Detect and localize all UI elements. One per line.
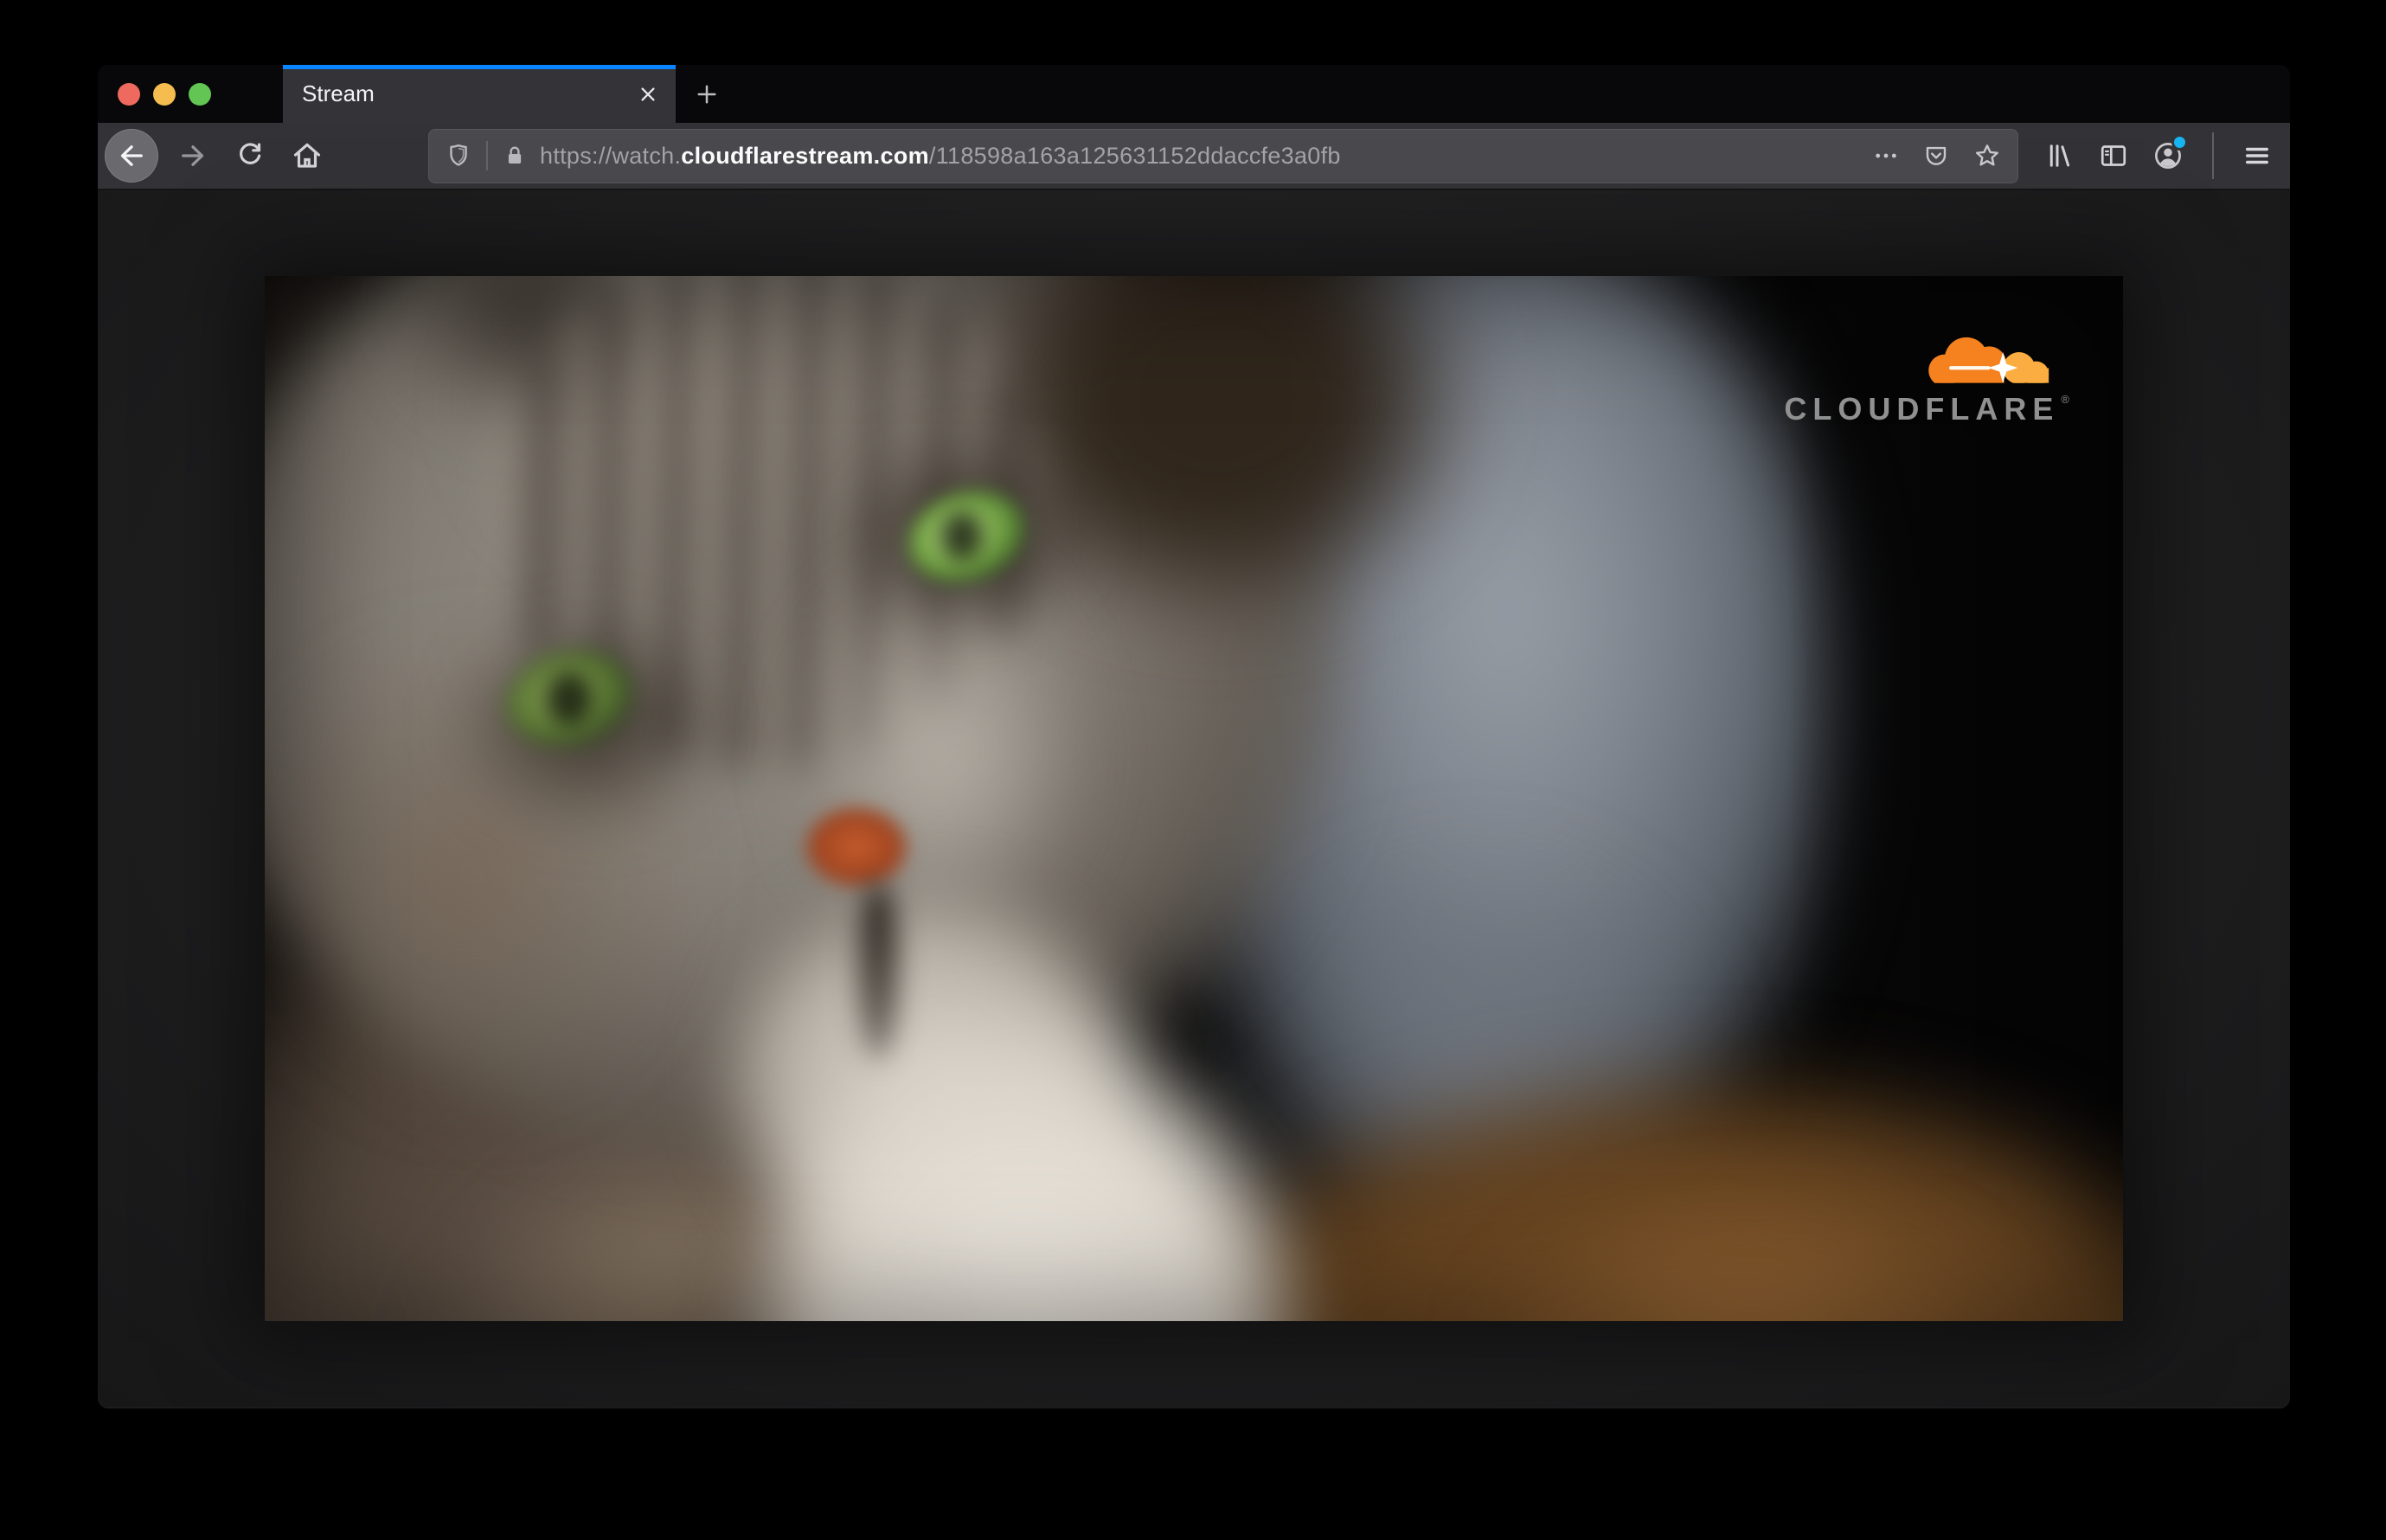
toolbar-right-buttons <box>2044 132 2273 179</box>
page-actions-ellipsis-icon[interactable] <box>1872 142 1900 170</box>
pocket-icon[interactable] <box>1922 142 1950 170</box>
url-domain: cloudflarestream.com <box>681 142 929 169</box>
page-content: CLOUDFLARE ® <box>98 190 2290 1407</box>
menu-icon <box>2246 147 2268 164</box>
url-bar[interactable]: https://watch.cloudflarestream.com/11859… <box>428 128 2018 183</box>
home-button[interactable] <box>285 133 330 178</box>
lock-icon[interactable] <box>502 143 528 169</box>
zoom-window-button[interactable] <box>189 82 211 106</box>
page-action-buttons <box>1872 141 2002 170</box>
cat-left-eye-pupil <box>547 672 592 726</box>
new-tab-icon <box>694 81 720 107</box>
home-icon <box>291 139 324 172</box>
tab-bar: Stream <box>98 65 2290 123</box>
cloudflare-cloud-icon <box>1928 337 2049 383</box>
reload-button[interactable] <box>228 133 273 178</box>
tab-stream[interactable]: Stream <box>283 65 676 123</box>
url-text: https://watch.cloudflarestream.com/11859… <box>540 143 1862 170</box>
close-window-button[interactable] <box>118 82 140 106</box>
back-icon <box>116 140 147 171</box>
video-player[interactable]: CLOUDFLARE ® <box>265 276 2123 1321</box>
account-notification-dot <box>2171 134 2188 151</box>
navigation-toolbar: https://watch.cloudflarestream.com/11859… <box>98 123 2290 190</box>
window-controls <box>118 65 211 123</box>
library-icon[interactable] <box>2044 140 2075 171</box>
back-button[interactable] <box>105 129 158 183</box>
cloudflare-trademark: ® <box>2061 393 2069 406</box>
screen: Stream https://watch.cloudflarestream.co… <box>0 0 2386 1540</box>
browser-window: Stream https://watch.cloudflarestream.co… <box>98 65 2290 1408</box>
tab-title: Stream <box>302 80 375 106</box>
menu-button[interactable] <box>2242 140 2273 171</box>
tracking-shield-icon[interactable] <box>445 142 472 170</box>
forward-button[interactable] <box>170 133 215 178</box>
forward-icon <box>177 140 208 171</box>
bookmark-star-icon[interactable] <box>1972 141 2002 170</box>
minimize-window-button[interactable] <box>153 82 176 106</box>
account-button[interactable] <box>2152 134 2188 172</box>
cloudflare-wordmark-text: CLOUDFLARE <box>1784 391 2060 427</box>
close-tab-icon[interactable] <box>636 82 660 106</box>
nav-buttons <box>105 129 330 183</box>
cloudflare-wordmark: CLOUDFLARE ® <box>1784 394 2069 425</box>
cat-right-eye-pupil <box>941 511 983 561</box>
cloudflare-logo: CLOUDFLARE ® <box>1784 321 2069 425</box>
urlbar-separator <box>486 141 488 170</box>
cat-nose <box>805 807 908 887</box>
new-tab-button[interactable] <box>683 65 731 123</box>
url-scheme-subdomain: https://watch. <box>540 142 682 169</box>
url-path: /118598a163a125631152ddaccfe3a0fb <box>928 142 1341 169</box>
sidebar-icon[interactable] <box>2098 140 2129 171</box>
toolbar-separator <box>2212 132 2214 179</box>
reload-icon <box>234 140 266 171</box>
cat-mouth-shadow <box>858 882 898 1059</box>
